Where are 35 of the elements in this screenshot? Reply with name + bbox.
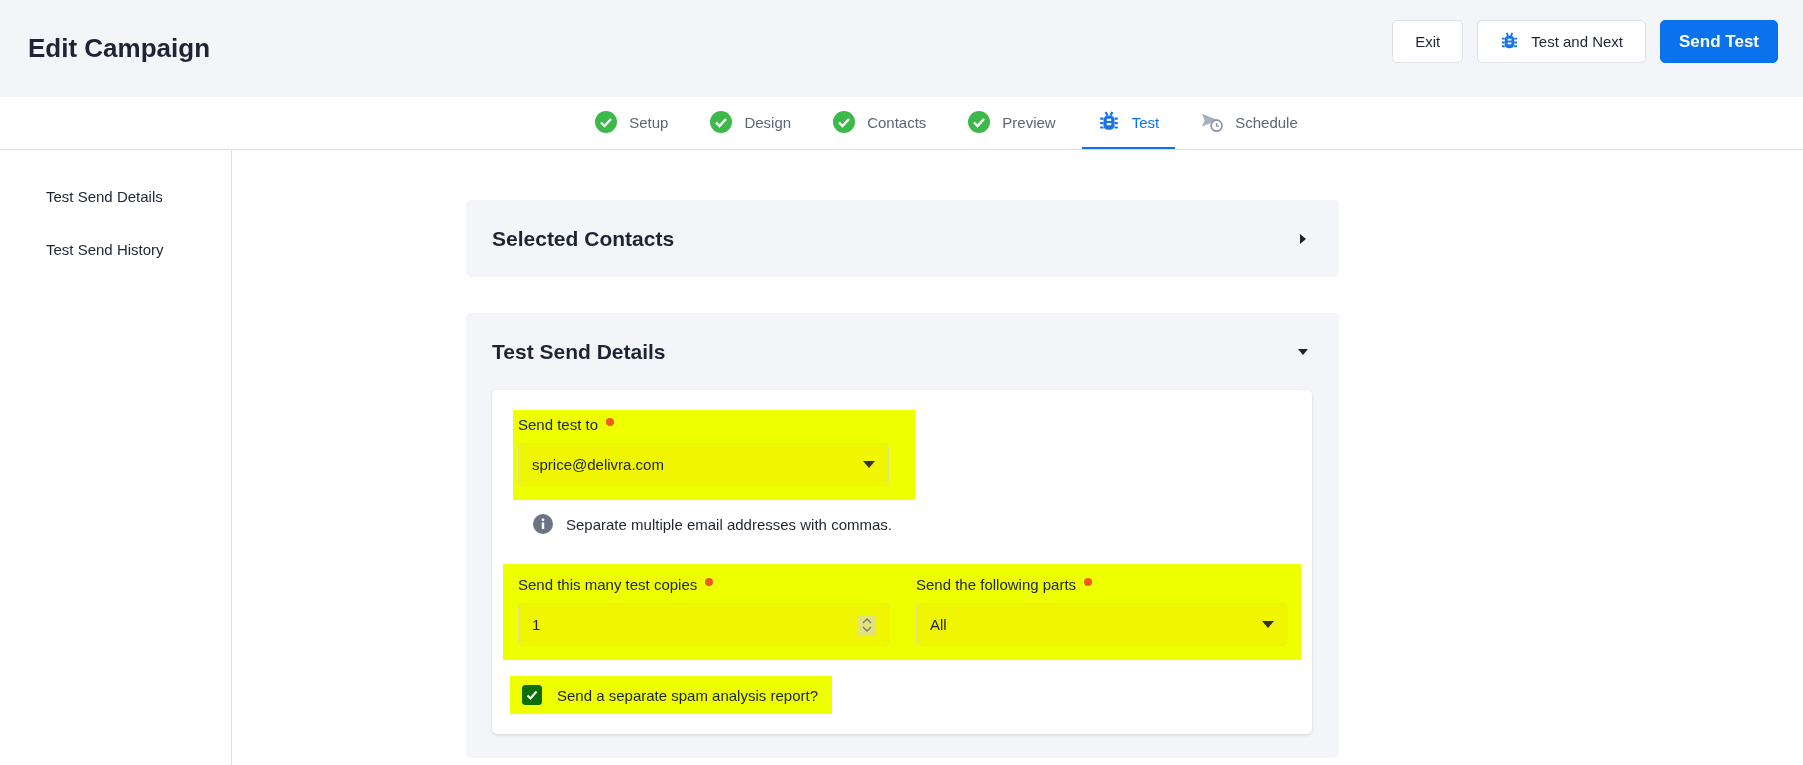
- bug-icon: [1500, 32, 1520, 51]
- step-tab[interactable]: Preview: [952, 97, 1072, 149]
- field-label: Send test to: [518, 416, 599, 433]
- step-tab[interactable]: Setup: [579, 97, 685, 149]
- exit-button[interactable]: Exit: [1392, 20, 1464, 63]
- number-field[interactable]: 1: [518, 603, 890, 646]
- field-label: Send the following parts: [916, 576, 1077, 593]
- spinner-icon[interactable]: [858, 614, 876, 635]
- step-tab[interactable]: Design: [694, 97, 808, 149]
- caret-down-icon[interactable]: [1262, 620, 1274, 629]
- step-tab[interactable]: Schedule: [1185, 97, 1314, 149]
- checkbox[interactable]: [522, 685, 542, 705]
- parts-select[interactable]: All: [916, 603, 1288, 646]
- recipient-select[interactable]: sprice@delivra.com: [518, 443, 889, 486]
- step-tab[interactable]: Test: [1081, 97, 1176, 149]
- sidebar-link[interactable]: Test Send History: [46, 241, 164, 258]
- sidebar-link[interactable]: Test Send Details: [46, 188, 163, 205]
- hint-text: Separate multiple email addresses with commas.: [566, 515, 892, 533]
- section-title: Selected Contacts: [492, 226, 675, 251]
- page-title: Edit Campaign: [28, 33, 210, 64]
- field-label: Send this many test copies: [518, 576, 698, 593]
- send-test-button[interactable]: Send Test: [1660, 20, 1778, 63]
- section-title: Test Send Details: [492, 339, 666, 364]
- caret-down-icon[interactable]: [863, 460, 875, 469]
- test-and-next-button[interactable]: Test and Next: [1477, 20, 1646, 63]
- step-tab[interactable]: Contacts: [817, 97, 943, 149]
- bug-icon: [1097, 111, 1120, 133]
- checkmark-icon: [525, 688, 539, 702]
- check-circle-icon: [833, 111, 856, 133]
- spam-report-checkbox[interactable]: Send a separate spam analysis report?: [510, 676, 832, 714]
- check-circle-icon: [968, 111, 991, 133]
- info-icon: [533, 514, 553, 534]
- send-clock-icon: [1201, 111, 1224, 133]
- check-circle-icon: [595, 111, 618, 133]
- check-circle-icon: [710, 111, 733, 133]
